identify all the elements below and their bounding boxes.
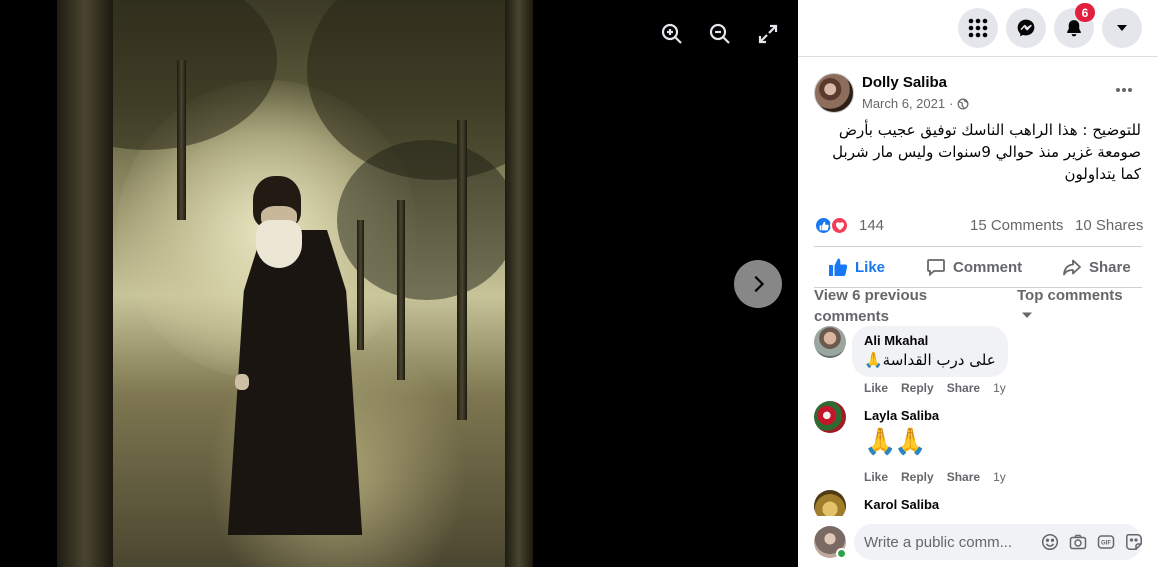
author-name[interactable]: Dolly Saliba [862, 74, 947, 91]
post-actions: Like Comment Share [814, 246, 1142, 288]
comment-text: 🙏🙏 [864, 427, 927, 457]
comment-reply-button[interactable]: Reply [901, 381, 934, 395]
comment-composer: GIF [798, 516, 1158, 567]
messenger-button[interactable] [1006, 8, 1046, 48]
reactions-bar: 144 15 Comments 10 Shares [814, 213, 1143, 237]
comment-actions: Like Reply Share 1y [864, 381, 1006, 395]
comments-count[interactable]: 15 Comments [970, 217, 1063, 234]
photo-monk-beard [256, 220, 302, 268]
comment-timestamp[interactable]: 1y [993, 381, 1006, 395]
menu-button[interactable] [958, 8, 998, 48]
comment-icon [927, 259, 945, 277]
zoom-in-icon[interactable] [660, 22, 684, 46]
caret-down-icon [1022, 312, 1032, 318]
share-icon [1063, 259, 1081, 276]
globe-icon [957, 98, 969, 109]
grid-menu-icon [968, 18, 988, 38]
comment-timestamp[interactable]: 1y [993, 470, 1006, 484]
comment-input[interactable] [864, 524, 1029, 560]
love-reaction-icon [830, 216, 849, 235]
photo-monk-hand [235, 374, 249, 390]
commenter-avatar[interactable] [814, 326, 846, 358]
commenter-name[interactable]: Layla Saliba [864, 408, 939, 423]
comment-field: GIF [854, 524, 1142, 560]
reaction-icons[interactable] [814, 216, 854, 236]
top-bar: 6 [798, 0, 1158, 57]
post-text-line: للتوضيح : هذا الراهب الناسك توفيق عجيب ب… [838, 121, 1141, 139]
comments-sort-label: Top comments [1017, 287, 1123, 304]
post-meta: March 6, 2021 · [862, 96, 969, 111]
comment-item: Ali Mkahal على درب القداسة🙏 Like Reply S… [814, 326, 1142, 396]
post-photo[interactable] [57, 0, 533, 567]
like-button[interactable]: Like [828, 247, 885, 287]
post-more-button[interactable] [1114, 80, 1138, 100]
gif-icon[interactable]: GIF [1097, 533, 1115, 551]
photo-tree [397, 200, 405, 380]
svg-text:GIF: GIF [1101, 541, 1111, 547]
post-panel: 6 Dolly Saliba March 6, 2021 · للتوضيح :… [798, 0, 1158, 567]
photo-tree [177, 60, 186, 220]
comment-reply-button[interactable]: Reply [901, 470, 934, 484]
photo-canopy [337, 140, 517, 300]
zoom-out-icon[interactable] [708, 22, 732, 46]
photo-tree [505, 0, 533, 567]
comment-like-button[interactable]: Like [864, 470, 888, 484]
more-horizontal-icon [1116, 88, 1132, 92]
post-text-line: كما يتداولون [1064, 165, 1141, 183]
post-header: Dolly Saliba March 6, 2021 · [814, 72, 1144, 116]
date-separator: · [949, 96, 954, 111]
post-date[interactable]: March 6, 2021 [862, 96, 945, 111]
thumbs-up-icon [829, 258, 848, 276]
photo-tree [357, 220, 364, 350]
shares-count[interactable]: 10 Shares [1075, 217, 1143, 234]
account-menu-button[interactable] [1102, 8, 1142, 48]
comment-actions: Like Reply Share 1y [864, 470, 1006, 484]
notifications-badge: 6 [1075, 3, 1095, 22]
commenter-avatar[interactable] [814, 401, 846, 433]
comment-share-button[interactable]: Share [947, 381, 980, 395]
like-label: Like [855, 258, 886, 276]
caret-down-icon [1117, 25, 1127, 31]
comment-share-button[interactable]: Share [947, 470, 980, 484]
commenter-name[interactable]: Ali Mkahal [864, 333, 996, 348]
comment-bubble: Layla Saliba 🙏🙏 [852, 401, 951, 465]
comment-label: Comment [953, 258, 1023, 276]
comment-item: Layla Saliba 🙏🙏 Like Reply Share 1y [814, 401, 1142, 487]
fullscreen-icon[interactable] [756, 22, 780, 46]
share-button[interactable]: Share [1062, 247, 1131, 287]
emoji-icon[interactable] [1041, 533, 1059, 551]
view-previous-comments-link[interactable]: View 6 previous comments [814, 285, 964, 327]
photo-tree [57, 0, 113, 567]
commenter-name[interactable]: Karol Saliba [864, 497, 939, 512]
sticker-icon[interactable] [1125, 533, 1143, 551]
reaction-count[interactable]: 144 [859, 217, 884, 234]
chevron-right-icon [754, 275, 765, 293]
author-avatar[interactable] [814, 73, 854, 113]
photo-tree [457, 120, 467, 420]
camera-icon[interactable] [1069, 533, 1087, 551]
comments-sort-dropdown[interactable]: Top comments [1017, 285, 1127, 327]
post-text: للتوضيح : هذا الراهب الناسك توفيق عجيب ب… [814, 119, 1141, 185]
comment-button[interactable]: Comment [926, 247, 1022, 287]
comment-like-button[interactable]: Like [864, 381, 888, 395]
comment-bubble: Ali Mkahal على درب القداسة🙏 [852, 326, 1008, 377]
comment-item: Karol Saliba [814, 490, 1142, 516]
comment-bubble: Karol Saliba [852, 490, 951, 516]
messenger-icon [1017, 19, 1035, 37]
comment-text: على درب القداسة🙏 [864, 351, 996, 369]
commenter-avatar[interactable] [814, 490, 846, 516]
post-text-line: صومعة غزير منذ حوالي 9سنوات وليس مار شرب… [832, 143, 1141, 161]
share-label: Share [1089, 258, 1131, 276]
online-status-dot [836, 548, 847, 559]
photo-viewer [0, 0, 798, 567]
next-photo-button[interactable] [734, 260, 782, 308]
